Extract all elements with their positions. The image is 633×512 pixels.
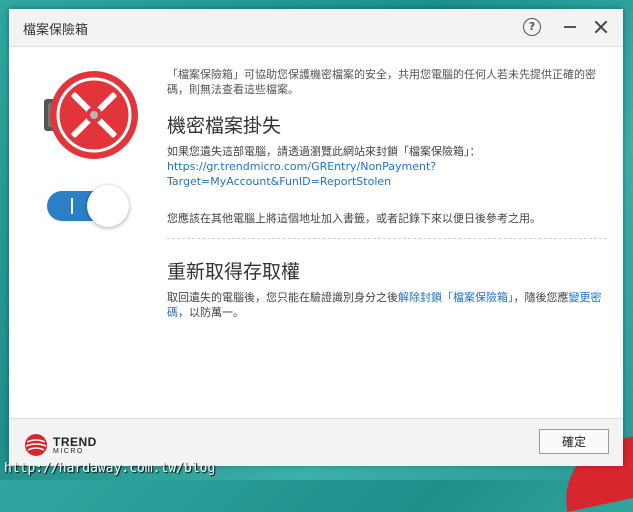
report-stolen-link-line2[interactable]: Target=MyAccount&FunID=ReportStolen (167, 174, 607, 189)
minimize-icon[interactable] (564, 26, 576, 28)
vault-window: 檔案保險箱 ? 「檔案保險箱」可協助您保護機密檔案的安全，共用您電腦的任何人若未… (9, 9, 623, 466)
logo-main-text: TREND (53, 435, 97, 449)
regain-text: 取回遺失的電腦後，您只能在驗證識別身分之後解除封鎖「檔案保險箱」，隨後您應變更密… (167, 290, 607, 320)
footer-bar: TREND MICRO 確定 (9, 418, 623, 466)
close-icon[interactable] (591, 17, 611, 37)
regain-text-middle: ，隨後您應 (513, 291, 569, 304)
toggle-knob[interactable] (87, 185, 129, 227)
report-stolen-link-line1[interactable]: https://gr.trendmicro.com/GREntry/NonPay… (167, 159, 607, 174)
trend-micro-ball-icon (25, 434, 47, 456)
section-divider (167, 238, 607, 239)
regain-text-after: ，以防萬一。 (178, 306, 244, 319)
main-content: 「檔案保險箱」可協助您保護機密檔案的安全，共用您電腦的任何人若未先提供正確的密碼… (167, 67, 607, 320)
regain-heading: 重新取得存取權 (167, 261, 301, 283)
trend-micro-logo: TREND MICRO (23, 432, 113, 458)
unlock-vault-link[interactable]: 解除封鎖「檔案保險箱」 (398, 291, 514, 304)
lost-heading: 機密檔案掛失 (167, 115, 282, 137)
bookmark-note: 您應該在其他電腦上將這個地址加入書籤，或者記錄下來以便日後參考之用。 (167, 212, 541, 225)
vault-locked-icon (44, 71, 138, 159)
regain-text-before: 取回遺失的電腦後，您只能在驗證識別身分之後 (167, 291, 398, 304)
help-icon[interactable]: ? (523, 18, 541, 36)
vault-description: 「檔案保險箱」可協助您保護機密檔案的安全，共用您電腦的任何人若未先提供正確的密碼… (167, 68, 596, 96)
toggle-on-indicator (71, 198, 73, 214)
blog-watermark: http://hardaway.com.tw/blog (4, 461, 216, 476)
lost-instruction: 如果您遺失這部電腦，請透過瀏覽此網站來封鎖「檔案保險箱」： (167, 145, 481, 158)
window-title: 檔案保險箱 (23, 23, 89, 38)
title-bar: 檔案保險箱 ? (9, 9, 623, 47)
logo-sub-text: MICRO (53, 448, 84, 455)
ok-button[interactable]: 確定 (539, 429, 609, 454)
vault-lock-toggle[interactable] (47, 185, 131, 227)
